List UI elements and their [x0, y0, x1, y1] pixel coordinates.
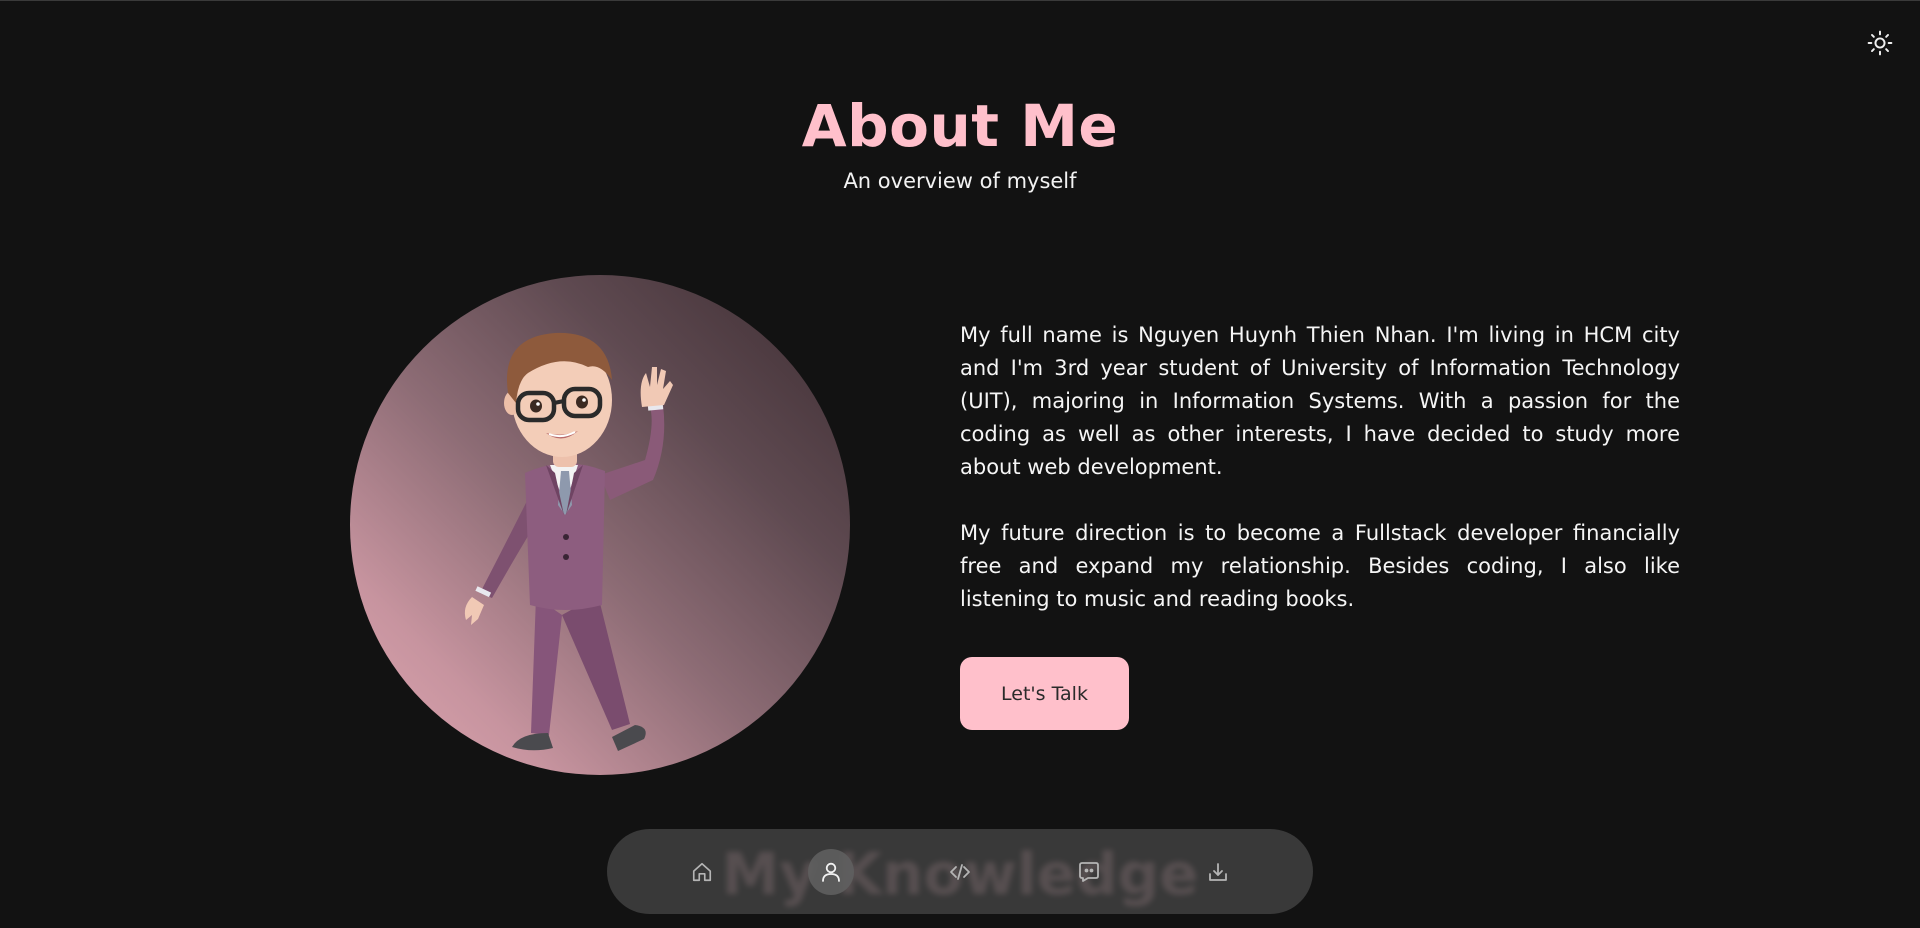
bottom-nav-dock [607, 829, 1313, 914]
about-paragraph-1: My full name is Nguyen Huynh Thien Nhan.… [960, 323, 1680, 479]
about-page: About Me An overview of myself My full n… [0, 0, 1920, 928]
download-icon [1209, 862, 1228, 881]
nav-item-home[interactable] [679, 849, 725, 895]
avatar [350, 275, 850, 775]
page-title: About Me [801, 92, 1119, 160]
about-description: My full name is Nguyen Huynh Thien Nhan.… [960, 319, 1680, 649]
nav-item-about[interactable] [807, 848, 854, 895]
about-paragraph-2: My future direction is to become a Fulls… [960, 521, 1680, 611]
page-subtitle: An overview of myself [843, 169, 1077, 193]
lets-talk-button[interactable]: Let's Talk [960, 657, 1129, 730]
avatar-illustration [464, 332, 673, 751]
nav-item-projects[interactable] [937, 849, 983, 895]
section-heading: About Me An overview of myself [0, 91, 1920, 195]
sun-icon [1867, 30, 1893, 56]
theme-toggle-button[interactable] [1864, 27, 1896, 59]
code-icon [950, 863, 970, 880]
home-icon [692, 862, 711, 881]
nav-item-download[interactable] [1195, 849, 1241, 895]
chat-icon [1079, 861, 1100, 882]
nav-item-contact[interactable] [1066, 849, 1112, 895]
user-icon [821, 862, 840, 882]
